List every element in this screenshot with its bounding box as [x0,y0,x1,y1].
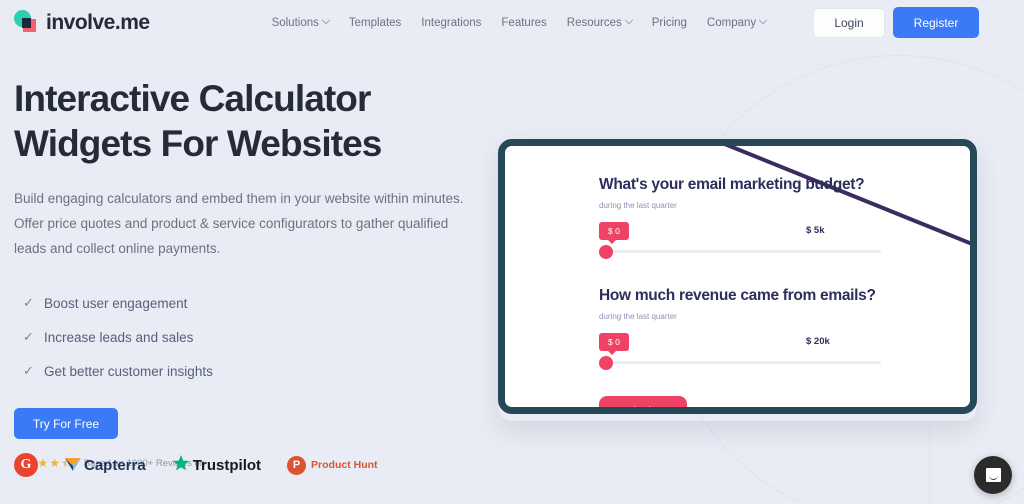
page-root: involve.me Solutions Templates Integrati… [0,0,1024,504]
question-title: What's your email marketing budget? [599,176,865,193]
nav-item-solutions[interactable]: Solutions [271,15,331,29]
slider-max-label: $ 20k [806,336,830,347]
trustpilot-label: Trustpilot [192,456,262,474]
hero-title-line-2: Widgets For Websites [14,123,382,164]
trustpilot-star-icon [172,454,190,477]
product-hunt-icon: P [287,455,307,475]
nav-label: Pricing [651,16,687,29]
page-title: Interactive Calculator Widgets For Websi… [14,76,484,166]
login-button[interactable]: Login [813,7,885,38]
list-item: ✓ Get better customer insights [14,354,484,388]
feature-label: Increase leads and sales [44,329,194,345]
capterra-icon [64,454,82,477]
nav-item-templates[interactable]: Templates [349,17,401,29]
chat-launcher-button[interactable] [974,456,1012,494]
hero-title-line-1: Interactive Calculator [14,78,371,119]
slider-value-bubble: $ 0 [599,333,629,355]
nav-label: Integrations [421,16,482,29]
check-icon: ✓ [23,329,34,344]
slider-track[interactable] [605,361,881,364]
feature-list: ✓ Boost user engagement ✓ Increase leads… [14,286,484,388]
nav-label: Company [706,16,757,29]
brand-trustpilot[interactable]: Trustpilot [172,454,261,477]
nav-item-integrations[interactable]: Integrations [421,17,481,29]
product-hunt-label: Product Hunt [311,459,378,471]
nav-item-company[interactable]: Company [706,15,768,29]
capterra-label: Capterra [84,456,146,474]
involveme-logo-icon [14,9,40,36]
nav-label: Solutions [271,16,319,29]
hero-subtitle: Build engaging calculators and embed the… [14,191,464,256]
nav-label: Templates [348,16,402,29]
widget-canvas: What's your email marketing budget? duri… [505,146,970,407]
question-subtitle: during the last quarter [599,312,677,321]
brand-logo[interactable]: involve.me [14,9,150,36]
calculator-widget-preview: What's your email marketing budget? duri… [498,139,977,414]
decorative-vertical-line [929,420,930,504]
try-for-free-button[interactable]: Try For Free [14,408,118,439]
site-header: involve.me Solutions Templates Integrati… [0,0,1024,45]
register-button[interactable]: Register [893,7,979,38]
check-icon: ✓ [23,363,34,378]
logo-wordmark: involve.me [46,10,150,34]
nav-label: Features [501,16,547,29]
nav-item-features[interactable]: Features [501,17,546,29]
chevron-down-icon [624,15,634,24]
calculate-button[interactable]: Calculate [599,396,687,407]
nav-item-pricing[interactable]: Pricing [652,17,687,29]
chevron-down-icon [321,15,331,24]
slider-max-label: $ 5k [806,225,825,236]
brand-capterra[interactable]: Capterra [64,454,146,477]
slider-thumb[interactable] [599,356,613,370]
chevron-down-icon [758,15,768,24]
list-item: ✓ Boost user engagement [14,286,484,320]
feature-label: Get better customer insights [44,363,213,379]
slider-thumb[interactable] [599,245,613,259]
check-icon: ✓ [23,295,34,310]
question-block-1: What's your email marketing budget? duri… [599,176,919,266]
list-item: ✓ Increase leads and sales [14,320,484,354]
brand-g2[interactable]: G [14,453,38,477]
question-block-2: How much revenue came from emails? durin… [599,287,919,377]
slider-value-bubble: $ 0 [599,222,629,244]
question-subtitle: during the last quarter [599,201,677,210]
nav-item-resources[interactable]: Resources [566,15,634,29]
review-platform-logos: G Capterra Trustpilot P Product Hunt [14,453,378,477]
slider-track[interactable] [605,250,881,253]
chat-bubble-icon [985,468,1001,482]
feature-label: Boost user engagement [44,295,188,311]
g2-icon: G [14,453,38,477]
slider-row: $ 0 $ 5k [599,222,919,266]
main-navigation: Solutions Templates Integrations Feature… [271,15,768,29]
logo-dark-square-shape [22,17,31,28]
nav-label: Resources [566,16,622,29]
brand-product-hunt[interactable]: P Product Hunt [287,455,378,475]
question-title: How much revenue came from emails? [599,287,876,304]
slider-row: $ 0 $ 20k [599,333,919,377]
hero-section: Interactive Calculator Widgets For Websi… [14,76,484,469]
header-actions: Login Register [813,7,979,38]
